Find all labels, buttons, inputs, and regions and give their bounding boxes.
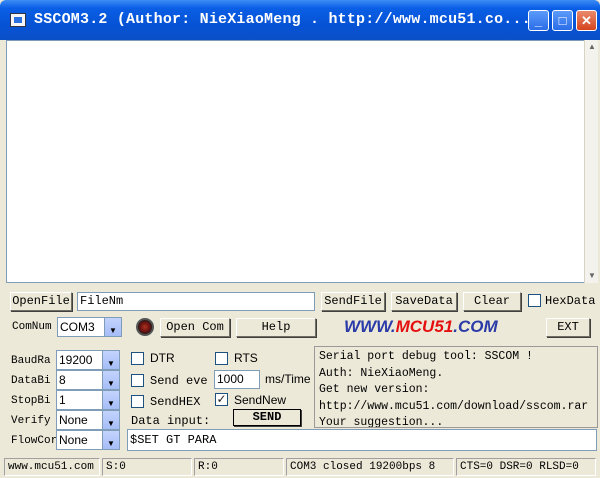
- baud-rate-value: 19200: [59, 353, 93, 367]
- stop-bits-select[interactable]: 1 ▼: [56, 390, 120, 410]
- minimize-button[interactable]: _: [528, 10, 549, 31]
- hex-data-checkbox[interactable]: [528, 294, 541, 307]
- chevron-down-icon[interactable]: ▼: [102, 351, 119, 369]
- window-title: SSCOM3.2 (Author: NieXiaoMeng . http://w…: [34, 11, 531, 28]
- close-button[interactable]: ✕: [576, 10, 597, 31]
- data-bits-label: DataBi: [11, 375, 51, 387]
- status-received-count: R:0: [194, 458, 284, 476]
- send-data-input[interactable]: $SET GT PARA: [127, 429, 597, 451]
- chevron-down-icon[interactable]: ▼: [104, 318, 121, 336]
- help-button[interactable]: Help: [236, 318, 316, 337]
- chevron-down-icon[interactable]: ▼: [102, 431, 119, 449]
- data-bits-value: 8: [59, 373, 66, 387]
- info-text: Serial port debug tool: SSCOM ! Auth: Ni…: [314, 346, 598, 428]
- send-hex-label: SendHEX: [150, 395, 201, 409]
- chevron-down-icon[interactable]: ▼: [102, 411, 119, 429]
- interval-unit-label: ms/Time: [265, 372, 311, 386]
- dtr-checkbox[interactable]: [131, 352, 144, 365]
- com-num-value: COM3: [60, 320, 95, 334]
- flow-control-label: FlowCor: [11, 435, 58, 447]
- scroll-down-arrow-icon[interactable]: ▼: [585, 269, 599, 283]
- receive-scrollbar[interactable]: ▲ ▼: [584, 40, 598, 283]
- flow-control-value: None: [59, 433, 88, 447]
- send-file-button[interactable]: SendFile: [321, 292, 385, 311]
- status-signals: CTS=0 DSR=0 RLSD=0: [456, 458, 596, 476]
- flow-control-select[interactable]: None ▼: [56, 430, 120, 450]
- data-bits-select[interactable]: 8 ▼: [56, 370, 120, 390]
- chevron-down-icon[interactable]: ▼: [102, 371, 119, 389]
- scroll-up-arrow-icon[interactable]: ▲: [585, 40, 599, 54]
- logo-suffix: .COM: [453, 317, 498, 336]
- app-icon[interactable]: [10, 13, 26, 27]
- logo-brand: MCU51: [395, 317, 454, 336]
- verify-label: Verify: [11, 415, 51, 427]
- open-com-button[interactable]: Open Com: [160, 318, 230, 337]
- dtr-label: DTR: [150, 351, 175, 365]
- status-sent-count: S:0: [102, 458, 192, 476]
- com-num-label: ComNum: [12, 321, 52, 333]
- status-website: www.mcu51.com: [4, 458, 100, 476]
- hex-data-label: HexData: [545, 294, 596, 308]
- send-every-label: Send eve: [150, 374, 208, 388]
- title-bar[interactable]: SSCOM3.2 (Author: NieXiaoMeng . http://w…: [0, 0, 600, 40]
- com-num-select[interactable]: COM3 ▼: [57, 317, 122, 337]
- status-port: COM3 closed 19200bps 8: [286, 458, 454, 476]
- port-status-led-icon: [136, 318, 154, 336]
- file-name-input[interactable]: FileNm: [77, 292, 315, 311]
- verify-value: None: [59, 413, 88, 427]
- save-data-button[interactable]: SaveData: [391, 292, 457, 311]
- data-input-label: Data input:: [131, 414, 211, 428]
- rts-checkbox[interactable]: [215, 352, 228, 365]
- stop-bits-label: StopBi: [11, 395, 51, 407]
- baud-rate-select[interactable]: 19200 ▼: [56, 350, 120, 370]
- send-button[interactable]: SEND: [233, 409, 301, 426]
- chevron-down-icon[interactable]: ▼: [102, 391, 119, 409]
- send-hex-checkbox[interactable]: [131, 395, 144, 408]
- interval-input[interactable]: 1000: [214, 370, 260, 389]
- logo-prefix: WWW.: [344, 317, 396, 336]
- mcu51-logo: WWW.MCU51.COM: [344, 317, 524, 337]
- receive-textarea[interactable]: [6, 40, 586, 283]
- verify-select[interactable]: None ▼: [56, 410, 120, 430]
- clear-button[interactable]: Clear: [463, 292, 521, 311]
- baud-rate-label: BaudRa: [11, 355, 51, 367]
- send-new-label: SendNew: [234, 393, 287, 407]
- ext-button[interactable]: EXT: [546, 318, 590, 337]
- open-file-button[interactable]: OpenFile: [10, 292, 72, 311]
- maximize-button[interactable]: □: [552, 10, 573, 31]
- stop-bits-value: 1: [59, 393, 66, 407]
- send-every-checkbox[interactable]: [131, 374, 144, 387]
- rts-label: RTS: [234, 351, 258, 365]
- send-new-checkbox[interactable]: ✓: [215, 393, 228, 406]
